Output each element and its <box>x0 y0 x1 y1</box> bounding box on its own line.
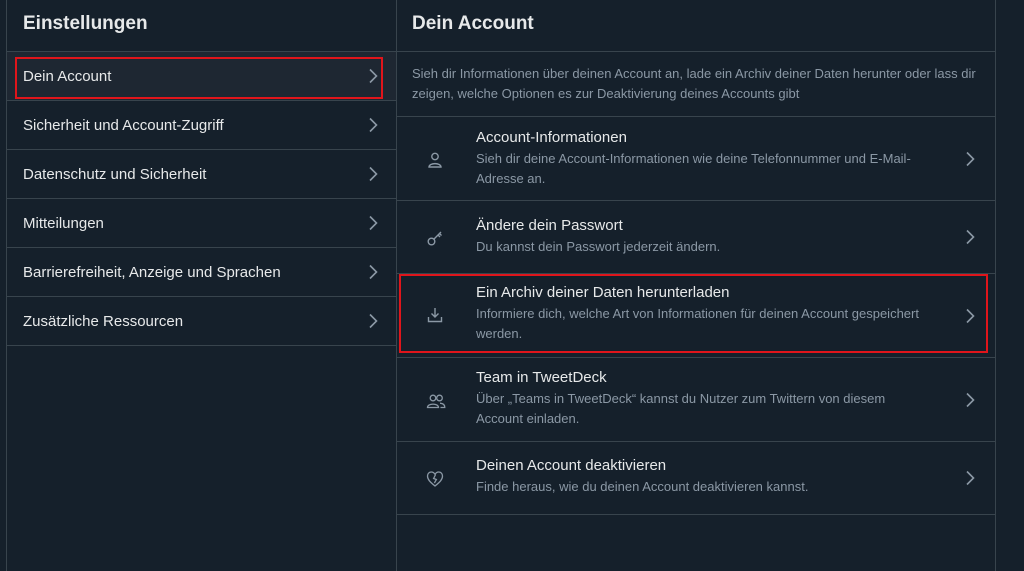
chevron-right-icon <box>965 470 975 486</box>
option-team-in-tweetdeck[interactable]: Team in TweetDeck Über „Teams in TweetDe… <box>396 358 995 442</box>
option-subtitle: Finde heraus, wie du deinen Account deak… <box>476 479 809 494</box>
nav-item-datenschutz[interactable]: Datenschutz und Sicherheit <box>7 150 396 199</box>
chevron-right-icon <box>368 166 378 182</box>
chevron-right-icon <box>965 392 975 408</box>
description-text: Sieh dir Informationen über deinen Accou… <box>412 66 976 101</box>
nav-item-dein-account[interactable]: Dein Account <box>7 52 396 101</box>
chevron-right-icon <box>965 229 975 245</box>
broken-heart-icon <box>426 470 444 488</box>
option-text: Ein Archiv deiner Daten herunterladen In… <box>476 283 935 344</box>
option-subtitle: Du kannst dein Passwort jederzeit ändern… <box>476 239 721 254</box>
nav-item-label: Sicherheit und Account-Zugriff <box>23 116 224 134</box>
section-description: Sieh dir Informationen über deinen Accou… <box>396 52 995 117</box>
option-account-deaktivieren[interactable]: Deinen Account deaktivieren Finde heraus… <box>396 442 995 515</box>
option-archiv-herunterladen[interactable]: Ein Archiv deiner Daten herunterladen In… <box>396 274 995 358</box>
option-text: Account-Informationen Sieh dir deine Acc… <box>476 128 935 189</box>
option-passwort-aendern[interactable]: Ändere dein Passwort Du kannst dein Pass… <box>396 201 995 274</box>
option-subtitle: Informiere dich, welche Art von Informat… <box>476 306 919 341</box>
option-title: Ändere dein Passwort <box>476 217 623 234</box>
chevron-right-icon <box>965 151 975 167</box>
option-title: Ein Archiv deiner Daten herunterladen <box>476 284 730 301</box>
chevron-right-icon <box>368 68 378 84</box>
nav-item-barrierefreiheit[interactable]: Barrierefreiheit, Anzeige und Sprachen <box>7 248 396 297</box>
chevron-right-icon <box>368 117 378 133</box>
person-icon <box>426 151 444 169</box>
chevron-right-icon <box>368 313 378 329</box>
option-title: Team in TweetDeck <box>476 369 607 386</box>
option-subtitle: Über „Teams in TweetDeck“ kannst du Nutz… <box>476 391 886 426</box>
nav-item-sicherheit[interactable]: Sicherheit und Account-Zugriff <box>7 101 396 150</box>
settings-nav-column: Einstellungen Dein Account Sicherheit un… <box>6 0 397 571</box>
people-icon <box>426 392 446 410</box>
download-icon <box>426 306 444 324</box>
key-icon <box>426 229 444 247</box>
option-subtitle: Sieh dir deine Account-Informationen wie… <box>476 151 911 186</box>
nav-item-label: Zusätzliche Ressourcen <box>23 312 184 330</box>
chevron-right-icon <box>368 215 378 231</box>
option-text: Team in TweetDeck Über „Teams in TweetDe… <box>476 368 935 429</box>
nav-item-mitteilungen[interactable]: Mitteilungen <box>7 199 396 248</box>
settings-title: Einstellungen <box>7 0 396 52</box>
chevron-right-icon <box>368 264 378 280</box>
nav-item-label: Datenschutz und Sicherheit <box>23 165 207 183</box>
option-title: Account-Informationen <box>476 129 627 146</box>
option-account-informationen[interactable]: Account-Informationen Sieh dir deine Acc… <box>396 117 995 201</box>
nav-item-label: Barrierefreiheit, Anzeige und Sprachen <box>23 263 281 281</box>
nav-item-zusaetzliche-ressourcen[interactable]: Zusätzliche Ressourcen <box>7 297 396 346</box>
option-title: Deinen Account deaktivieren <box>476 457 667 474</box>
nav-item-label: Dein Account <box>23 67 112 85</box>
account-detail-column: Dein Account Sieh dir Informationen über… <box>396 0 996 571</box>
option-text: Ändere dein Passwort Du kannst dein Pass… <box>476 216 935 257</box>
nav-item-label: Mitteilungen <box>23 214 104 232</box>
option-text: Deinen Account deaktivieren Finde heraus… <box>476 456 935 497</box>
detail-title: Dein Account <box>396 0 995 52</box>
chevron-right-icon <box>965 308 975 324</box>
